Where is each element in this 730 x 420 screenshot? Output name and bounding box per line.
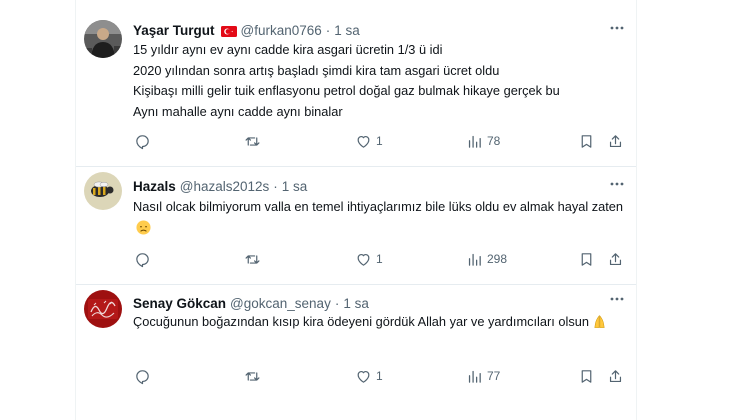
tweet-text-line: Kişibaşı milli gelir tuik enflasyonu pet…: [133, 83, 560, 98]
views-chart-icon: [468, 253, 481, 266]
separator-dot: ·: [334, 295, 340, 311]
views-chart-icon: [468, 135, 481, 148]
heart-icon: [357, 253, 370, 266]
timestamp[interactable]: 1 sa: [343, 296, 369, 311]
user-handle[interactable]: @furkan0766: [241, 23, 322, 38]
tweet-text-run: Çocuğunun boğazından kısıp kira ödeyeni …: [133, 314, 589, 329]
bookmark-button[interactable]: [578, 249, 595, 269]
tweet-actions: 1 77: [133, 366, 633, 386]
tweet[interactable]: Hazals @hazals2012s · 1 sa Nasıl olcak b…: [76, 167, 636, 284]
reply-button[interactable]: [134, 131, 151, 151]
tweet-text-run: Nasıl olcak bilmiyorum valla en temel ih…: [133, 199, 624, 214]
more-options-icon[interactable]: [608, 19, 626, 37]
like-count: 1: [376, 252, 383, 266]
tweet-text-content: Çocuğunun boğazından kısıp kira ödeyeni …: [133, 312, 628, 333]
heart-icon: [357, 370, 370, 383]
bookmark-icon: [581, 134, 592, 148]
share-button[interactable]: [607, 131, 624, 151]
separator-dot: ·: [273, 178, 278, 194]
share-button[interactable]: [607, 366, 624, 386]
retweet-button[interactable]: [244, 366, 261, 386]
tweet-header: Hazals @hazals2012s · 1 sa: [133, 176, 307, 196]
retweet-icon: [245, 254, 260, 264]
like-button[interactable]: 1: [355, 131, 383, 151]
reply-icon: [136, 134, 149, 149]
tweet[interactable]: Senay Gökcan @gokcan_senay · 1 sa Çocuğu…: [76, 285, 636, 420]
display-name[interactable]: Yaşar Turgut: [133, 23, 215, 38]
tweet-text: Çocuğunun boğazından kısıp kira ödeyeni …: [133, 312, 628, 333]
bookmark-icon: [581, 252, 592, 266]
praying-hands-emoji: [592, 314, 607, 329]
bookmark-button[interactable]: [578, 131, 595, 151]
tweet-header: Senay Gökcan @gokcan_senay · 1 sa: [133, 293, 369, 313]
view-count: 298: [487, 252, 508, 266]
tweet-text-line: 15 yıldır aynı ev aynı cadde kira asgari…: [133, 42, 443, 57]
retweet-button[interactable]: [244, 249, 261, 269]
views-button[interactable]: 77: [466, 366, 500, 386]
bookmark-icon: [581, 369, 592, 383]
view-count: 78: [487, 134, 501, 148]
view-count: 77: [487, 369, 501, 383]
tweet-text-content: Nasıl olcak bilmiyorum valla en temel ih…: [133, 197, 628, 238]
reply-icon: [136, 369, 149, 384]
share-icon: [609, 252, 622, 265]
retweet-icon: [245, 371, 260, 381]
more-options-icon[interactable]: [608, 175, 626, 193]
separator-dot: ·: [325, 22, 331, 38]
display-name[interactable]: Hazals: [133, 179, 176, 194]
views-chart-icon: [468, 370, 481, 383]
display-name[interactable]: Senay Gökcan: [133, 296, 226, 311]
retweet-button[interactable]: [244, 131, 261, 151]
views-button[interactable]: 78: [466, 131, 500, 151]
avatar[interactable]: [84, 20, 122, 58]
user-handle[interactable]: @gokcan_senay: [230, 296, 331, 311]
timeline: Yaşar Turgut @furkan0766 · 1 sa 15 yıldı…: [0, 0, 730, 420]
like-button[interactable]: 1: [355, 249, 383, 269]
timestamp[interactable]: 1 sa: [334, 23, 360, 38]
tweet-actions: 1 298: [133, 249, 633, 269]
tweet-text-line: 2020 yılından sonra artış başladı şimdi …: [133, 62, 500, 78]
avatar[interactable]: [84, 290, 122, 328]
tweet-header: Yaşar Turgut @furkan0766 · 1 sa: [133, 20, 360, 40]
like-count: 1: [376, 369, 383, 383]
share-icon: [609, 134, 622, 147]
more-options-icon[interactable]: [608, 290, 626, 308]
like-count: 1: [376, 134, 383, 148]
heart-icon: [357, 135, 370, 148]
timestamp[interactable]: 1 sa: [282, 179, 308, 194]
bookmark-button[interactable]: [578, 366, 595, 386]
tweet-text: Nasıl olcak bilmiyorum valla en temel ih…: [133, 197, 628, 238]
tweet-actions: 1 78: [133, 131, 633, 151]
share-button[interactable]: [607, 249, 624, 269]
reply-button[interactable]: [134, 249, 151, 269]
retweet-icon: [245, 136, 260, 146]
tweet[interactable]: Yaşar Turgut @furkan0766 · 1 sa 15 yıldı…: [76, 10, 636, 166]
share-icon: [609, 369, 622, 382]
disappointed-face-emoji: [136, 219, 151, 235]
turkey-flag-icon: [220, 25, 237, 37]
views-button[interactable]: 298: [466, 249, 507, 269]
avatar[interactable]: [84, 172, 122, 210]
reply-icon: [136, 252, 149, 267]
user-handle[interactable]: @hazals2012s: [180, 179, 270, 194]
like-button[interactable]: 1: [355, 366, 383, 386]
tweet-text-line: Aynı mahalle aynı cadde aynı binalar: [133, 103, 343, 119]
reply-button[interactable]: [134, 366, 151, 386]
tweet-text: 15 yıldır aynı ev aynı cadde kira asgari…: [133, 40, 628, 122]
